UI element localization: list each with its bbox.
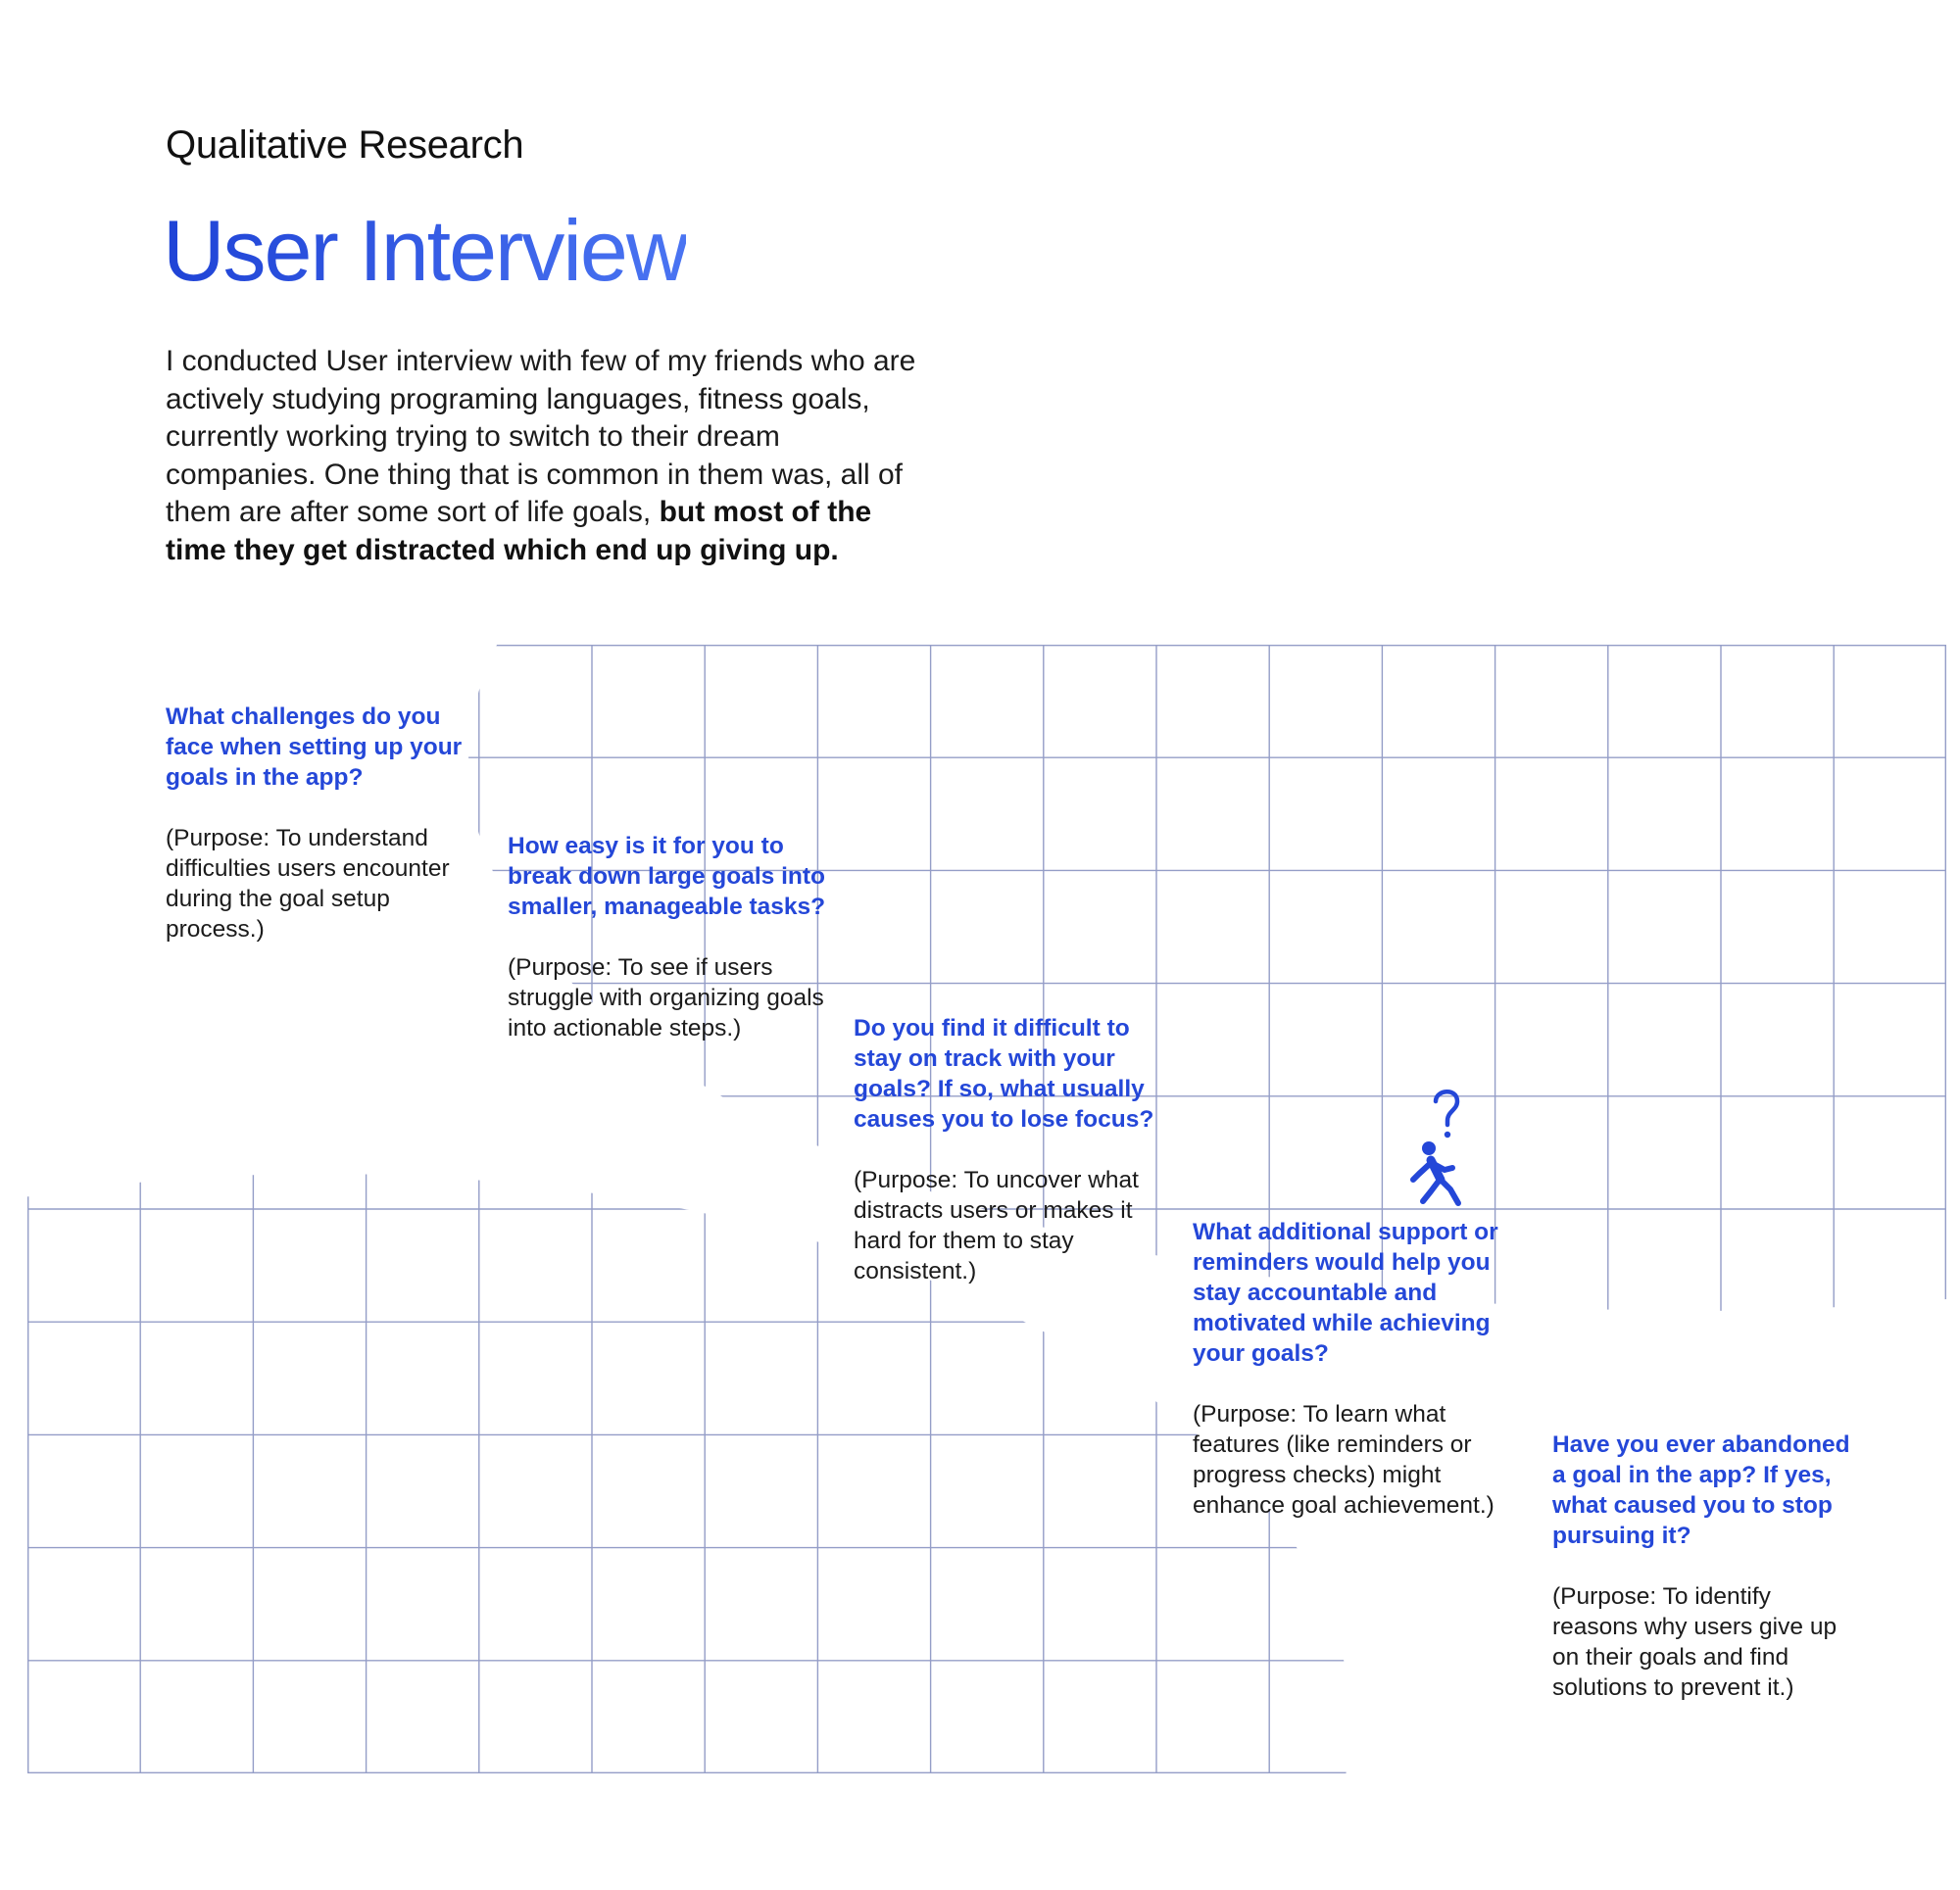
- question-card-3: Do you find it difficult to stay on trac…: [854, 1013, 1157, 1286]
- question-card-2: How easy is it for you to break down lar…: [508, 831, 831, 1043]
- section-eyebrow: Qualitative Research: [166, 123, 524, 167]
- question-card-4: What additional support or reminders wou…: [1193, 1217, 1506, 1521]
- question-card-5: Have you ever abandoned a goal in the ap…: [1552, 1430, 1856, 1703]
- intro-paragraph: I conducted User interview with few of m…: [166, 343, 930, 569]
- question-text: What challenges do you face when setting…: [166, 703, 463, 791]
- question-text: Do you find it difficult to stay on trac…: [854, 1015, 1154, 1133]
- question-text: What additional support or reminders wou…: [1193, 1219, 1498, 1367]
- question-text: How easy is it for you to break down lar…: [508, 833, 826, 920]
- page-title: User Interview: [163, 202, 688, 299]
- person-walking-question-icon: [1410, 1090, 1461, 1206]
- question-purpose: (Purpose: To understand difficulties use…: [166, 825, 450, 943]
- question-card-1: What challenges do you face when setting…: [166, 702, 479, 945]
- question-purpose: (Purpose: To learn what features (like r…: [1193, 1401, 1494, 1519]
- question-purpose: (Purpose: To identify reasons why users …: [1552, 1583, 1838, 1701]
- question-purpose: (Purpose: To uncover what distracts user…: [854, 1167, 1139, 1284]
- question-text: Have you ever abandoned a goal in the ap…: [1552, 1431, 1850, 1549]
- question-purpose: (Purpose: To see if users struggle with …: [508, 954, 824, 1042]
